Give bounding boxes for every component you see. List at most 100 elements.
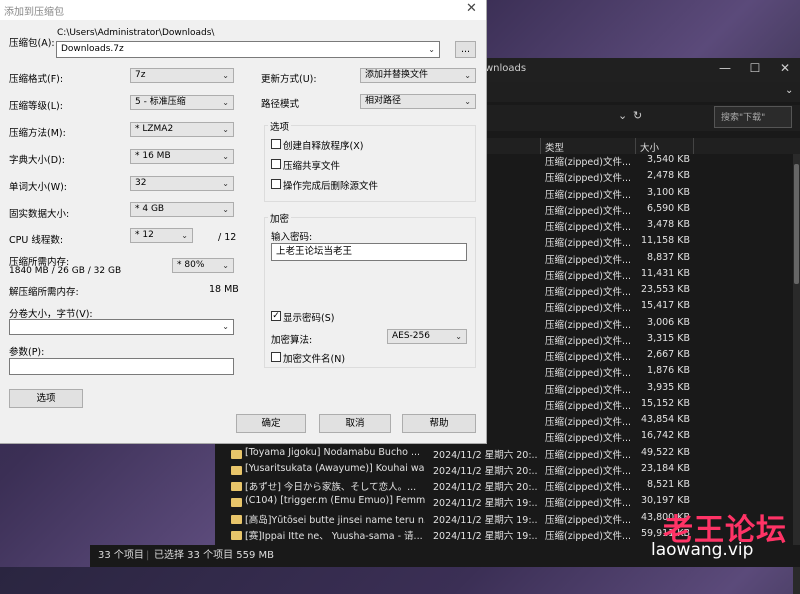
cpu-value: * 12	[135, 230, 154, 240]
zip-folder-icon	[231, 482, 242, 491]
enc-method-value: AES-256	[392, 331, 430, 341]
password-label: 输入密码:	[271, 232, 313, 243]
shared-checkbox[interactable]	[271, 159, 281, 169]
explorer-titlebar: wnloads — ☐ ✕	[485, 58, 800, 82]
chevron-down-icon: ⌄	[222, 322, 229, 331]
solid-value: * 4 GB	[135, 204, 165, 214]
zip-folder-icon	[231, 530, 242, 540]
column-separator	[635, 138, 636, 154]
file-size: 2,478 KB	[647, 170, 690, 182]
archive-path: C:\Users\Administrator\Downloads\	[57, 28, 215, 38]
params-label: 参数(P):	[9, 347, 45, 358]
decomp-label: 解压缩所需内存:	[9, 287, 79, 298]
encryption-group-title: 加密	[268, 211, 292, 225]
archive-label: 压缩包(A):	[9, 38, 55, 49]
browse-button[interactable]: ...	[455, 41, 476, 58]
column-type-header[interactable]: 类型	[545, 140, 564, 154]
scrollbar[interactable]	[793, 154, 800, 594]
update-select[interactable]: 添加并替换文件 ⌄	[360, 68, 476, 83]
table-row[interactable]: [あずせ] 今日から家族、そして恋人。... 2024/11/2 星期六 20:.…	[215, 479, 800, 496]
file-type: 压缩(zipped)文件...	[545, 514, 632, 526]
format-label: 压缩格式(F):	[9, 74, 64, 85]
solid-select[interactable]: * 4 GB ⌄	[130, 202, 234, 217]
status-divider: |	[146, 550, 150, 561]
file-type: 压缩(zipped)文件...	[545, 254, 632, 266]
search-input[interactable]: 搜索"下载"	[714, 106, 792, 128]
options-button[interactable]: 选项	[9, 389, 83, 408]
maximize-icon[interactable]: ☐	[742, 61, 768, 75]
delete-checkbox[interactable]	[271, 179, 281, 189]
zip-folder-icon	[231, 465, 242, 475]
update-label: 更新方式(U):	[261, 74, 317, 85]
cpu-select[interactable]: * 12 ⌄	[130, 228, 193, 243]
file-date: 2024/11/2 星期六 20:..	[433, 465, 538, 477]
word-select[interactable]: 32 ⌄	[130, 176, 234, 191]
close-icon[interactable]: ✕	[466, 1, 477, 16]
file-size: 43,854 KB	[640, 414, 690, 425]
archive-name-combo[interactable]: Downloads.7z ⌄	[56, 41, 440, 58]
method-select[interactable]: * LZMA2 ⌄	[130, 122, 234, 137]
file-size: 2,667 KB	[647, 349, 690, 360]
path-select[interactable]: 相对路径 ⌄	[360, 94, 476, 109]
file-type: 压缩(zipped)文件...	[545, 222, 632, 233]
split-select[interactable]: ⌄	[9, 319, 234, 335]
help-button[interactable]: 帮助	[402, 414, 476, 433]
chevron-down-icon[interactable]: ⌄	[618, 109, 627, 122]
format-value: 7z	[135, 70, 146, 80]
path-label: 路径模式	[261, 99, 300, 110]
method-label: 压缩方法(M):	[9, 128, 66, 139]
add-to-archive-dialog: 添加到压缩包 ✕ 压缩包(A): C:\Users\Administrator\…	[0, 0, 487, 444]
chevron-down-icon[interactable]: ⌄	[785, 85, 793, 96]
encrypt-names-checkbox[interactable]	[271, 352, 281, 362]
format-select[interactable]: 7z ⌄	[130, 68, 234, 83]
refresh-icon[interactable]: ↻	[633, 109, 642, 122]
cancel-button[interactable]: 取消	[319, 414, 391, 433]
file-size: 49,522 KB	[640, 446, 690, 458]
file-size: 11,431 KB	[640, 267, 690, 279]
dict-select[interactable]: * 16 MB ⌄	[130, 149, 234, 164]
solid-label: 固实数据大小:	[9, 209, 70, 220]
zip-folder-icon	[231, 498, 242, 508]
sfx-checkbox[interactable]	[271, 139, 281, 149]
show-password-checkbox[interactable]: ✓	[271, 311, 281, 321]
file-date: 2024/11/2 星期六 19:..	[433, 514, 538, 526]
table-row[interactable]: [Yusaritsukata (Awayume)] Kouhai wa... 20…	[215, 463, 800, 480]
chevron-down-icon: ⌄	[464, 97, 471, 106]
file-size: 8,521 KB	[647, 479, 690, 490]
file-type: 压缩(zipped)文件...	[545, 449, 632, 461]
enc-method-select[interactable]: AES-256 ⌄	[387, 329, 467, 344]
close-icon[interactable]: ✕	[772, 61, 798, 75]
level-label: 压缩等级(L):	[9, 101, 63, 112]
file-type: 压缩(zipped)文件...	[545, 368, 632, 380]
file-type: 压缩(zipped)文件...	[545, 335, 632, 347]
scrollbar-thumb[interactable]	[794, 164, 799, 284]
split-label: 分卷大小，字节(V):	[9, 309, 93, 320]
show-password-label: 显示密码(S)	[283, 313, 335, 324]
shared-label: 压缩共享文件	[283, 161, 341, 172]
file-size: 8,837 KB	[647, 251, 690, 263]
minimize-icon[interactable]: —	[712, 61, 738, 75]
mem-select[interactable]: * 80% ⌄	[172, 258, 234, 273]
file-type: 压缩(zipped)文件...	[545, 238, 632, 250]
password-input[interactable]: 上老王论坛当老王	[271, 243, 467, 261]
file-size: 16,742 KB	[640, 430, 690, 442]
level-select[interactable]: 5 - 标准压缩 ⌄	[130, 95, 234, 110]
column-size-header[interactable]: 大小	[640, 140, 659, 154]
file-name: [Yusaritsukata (Awayume)] Kouhai wa...	[245, 462, 425, 474]
file-date: 2024/11/2 星期六 20:..	[433, 482, 538, 493]
cpu-max: / 12	[218, 232, 237, 243]
file-size: 3,478 KB	[647, 219, 690, 230]
chevron-down-icon: ⌄	[222, 98, 229, 107]
update-value: 添加并替换文件	[365, 70, 429, 80]
file-size: 11,158 KB	[640, 235, 690, 247]
ok-button[interactable]: 确定	[236, 414, 306, 433]
params-input[interactable]	[9, 358, 234, 375]
table-row[interactable]: [Toyama Jigoku] Nodamabu Bucho ... 2024/1…	[215, 447, 800, 464]
file-type: 压缩(zipped)文件...	[545, 465, 632, 477]
sfx-label: 创建自释放程序(X)	[283, 141, 364, 152]
chevron-down-icon: ⌄	[222, 125, 229, 134]
chevron-down-icon[interactable]: ⌄	[428, 42, 435, 57]
word-value: 32	[135, 178, 147, 188]
delete-label: 操作完成后删除源文件	[283, 181, 379, 192]
column-separator	[540, 138, 541, 154]
